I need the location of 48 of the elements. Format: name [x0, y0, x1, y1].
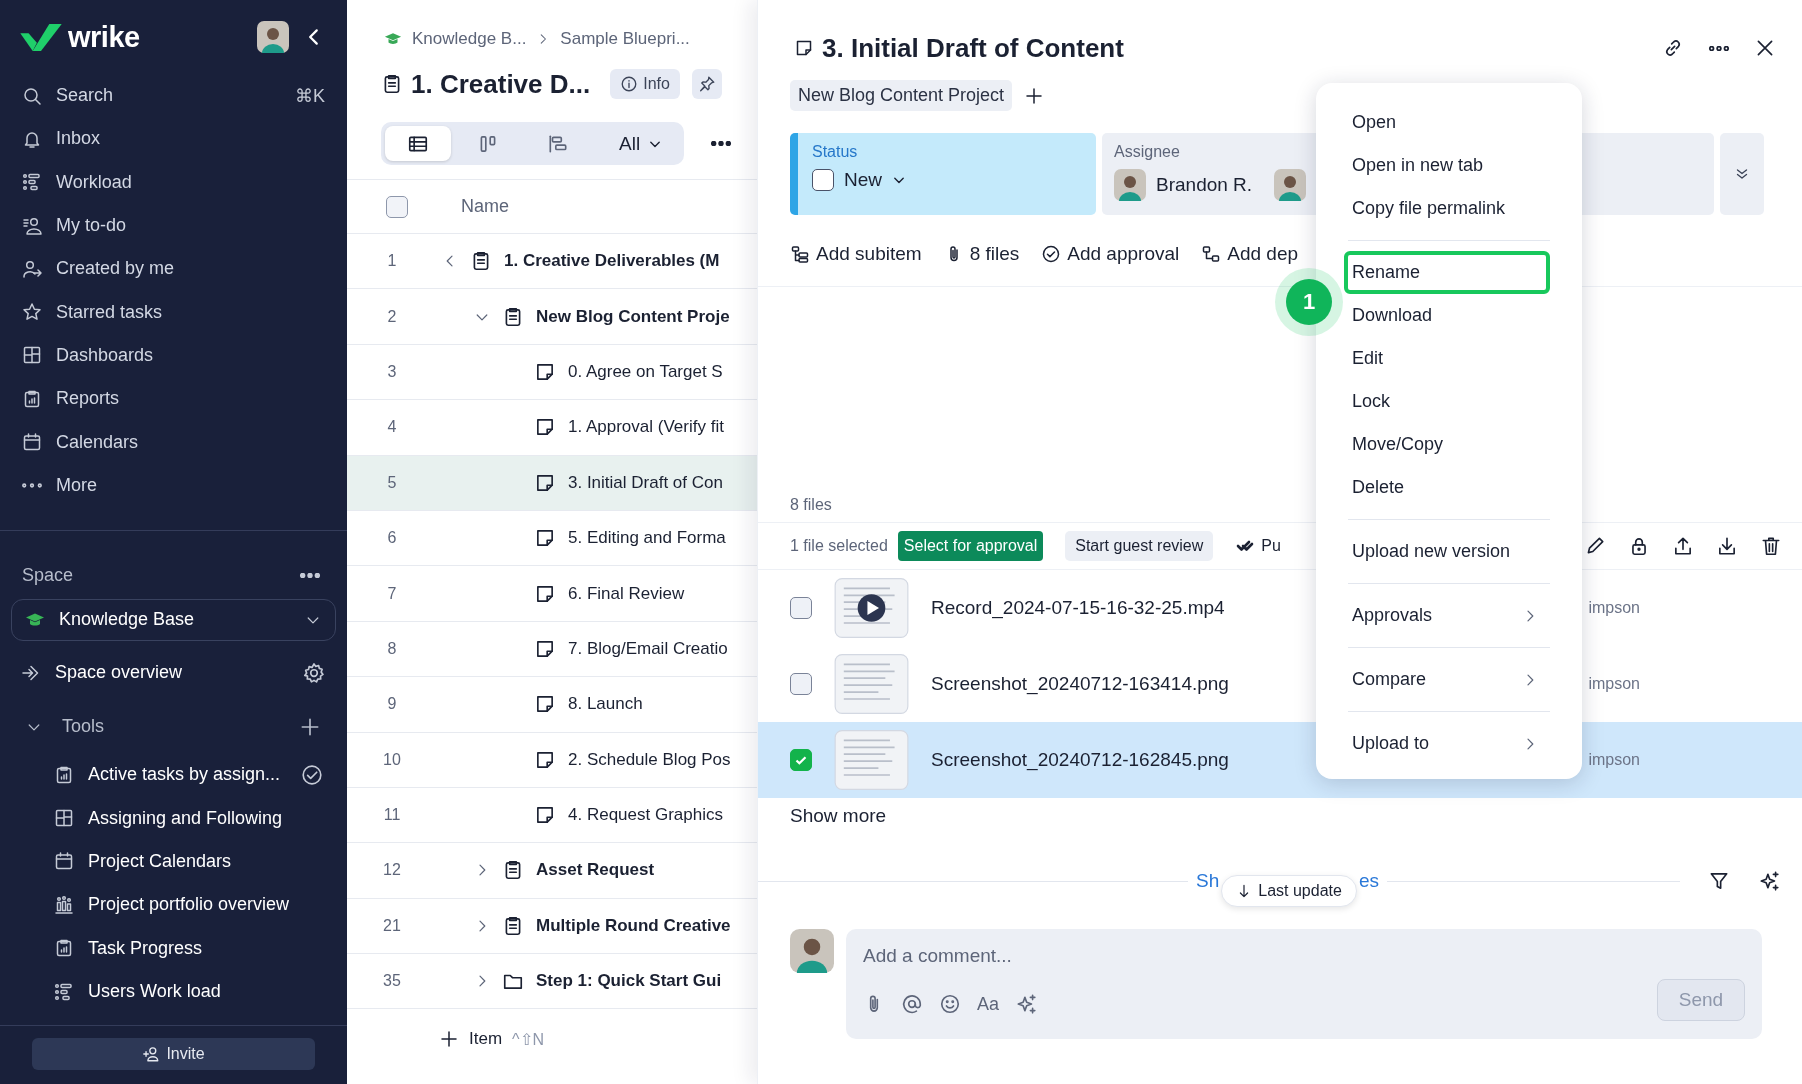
selection-count: 1 file selected — [790, 537, 888, 555]
row-number: 9 — [387, 695, 397, 714]
item-name: 3. Initial Draft of Con — [568, 472, 723, 493]
file-owner: impson — [1588, 751, 1640, 769]
task-title: 3. Initial Draft of Content — [822, 32, 1124, 64]
row-number: 1 — [387, 252, 397, 271]
row-number: 12 — [383, 861, 401, 880]
file-owner: impson — [1588, 675, 1640, 693]
row-number: 10 — [383, 750, 401, 769]
status-value: New — [844, 169, 882, 191]
shortcut-hint: ^⇧N — [512, 1029, 545, 1049]
column-header: Name — [460, 196, 509, 217]
row-number: 11 — [383, 806, 401, 825]
file-name: Record_2024-07-15-16-32-25.mp4 — [931, 597, 1225, 619]
row-number: 2 — [387, 307, 397, 326]
item-name: Asset Request — [536, 860, 655, 881]
item-name: Multiple Round Creative — [536, 915, 731, 936]
row-number: 7 — [387, 584, 397, 603]
assignee-name: Brandon R. — [1156, 174, 1253, 196]
file-name: Screenshot_20240712-162845.png — [931, 749, 1229, 771]
item-name: 7. Blog/Email Creatio — [568, 638, 728, 659]
item-name: 1. Creative Deliverables (M — [504, 251, 720, 272]
row-number: 4 — [387, 418, 397, 437]
item-name: Step 1: Quick Start Gui — [536, 971, 722, 992]
project-title: 1. Creative D... — [411, 68, 591, 100]
file-name: Screenshot_20240712-163414.png — [931, 673, 1229, 695]
row-number: 21 — [383, 916, 401, 935]
field-label: Assignee — [1114, 143, 1181, 161]
item-name: 0. Agree on Target S — [568, 361, 723, 382]
section-heading: Space — [22, 565, 74, 587]
item-name: 6. Final Review — [568, 583, 685, 604]
row-number: 3 — [387, 362, 397, 381]
item-name: 8. Launch — [568, 694, 643, 715]
file-owner: impson — [1588, 599, 1640, 617]
wrike-logo: wrike — [68, 20, 140, 54]
field-label: Status — [812, 143, 859, 161]
files-count: 8 files — [789, 496, 833, 515]
row-number: 6 — [387, 529, 397, 548]
row-number: 35 — [383, 972, 401, 991]
item-name: 4. Request Graphics — [568, 805, 723, 826]
row-number: 5 — [387, 473, 397, 492]
item-name: New Blog Content Proje — [536, 306, 730, 327]
item-name: 2. Schedule Blog Pos — [568, 749, 731, 770]
space-name: Knowledge Base — [59, 609, 196, 631]
shortcut-hint: ⌘K — [295, 84, 325, 107]
item-name: 1. Approval (Verify fit — [568, 417, 724, 438]
row-number: 8 — [387, 639, 397, 658]
item-name: 5. Editing and Forma — [568, 528, 726, 549]
